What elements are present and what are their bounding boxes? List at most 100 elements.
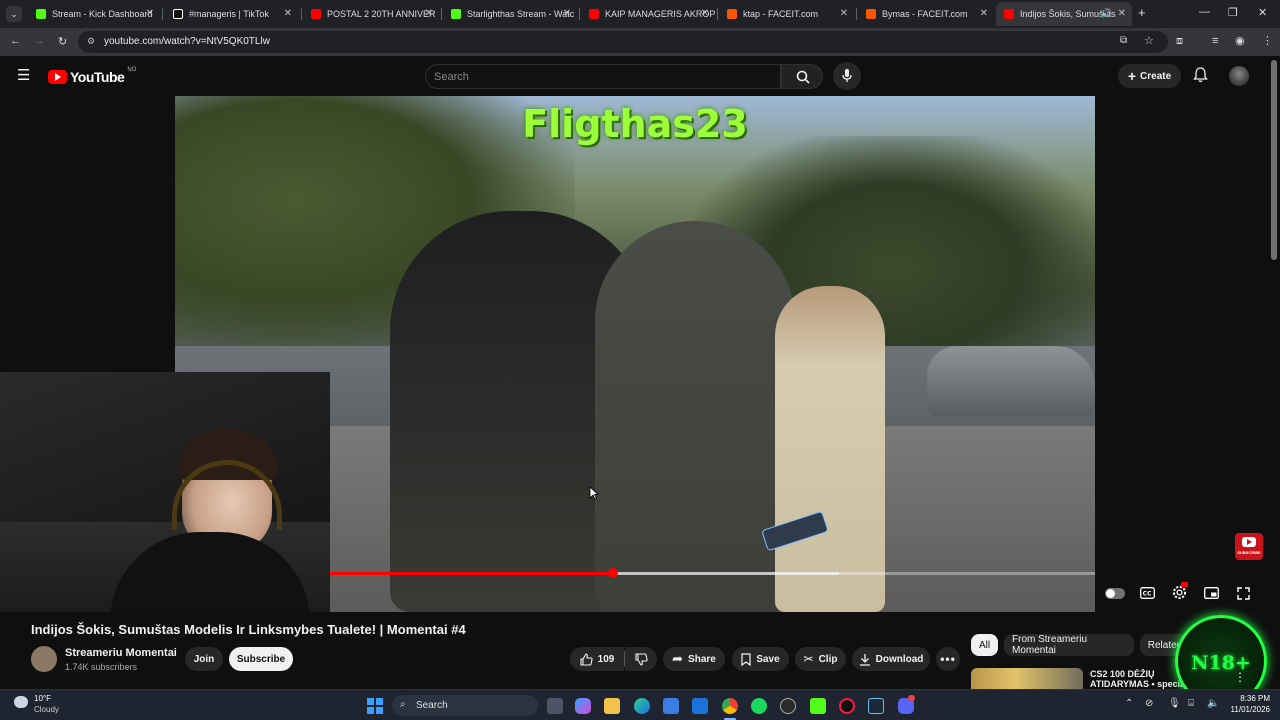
steam-icon[interactable] — [868, 698, 884, 714]
mouse-cursor-icon — [589, 486, 599, 500]
new-tab-icon[interactable]: + — [1138, 5, 1146, 20]
volume-icon[interactable]: 🔈 — [1207, 698, 1219, 709]
bookmark-star-icon[interactable]: ☆ — [1144, 34, 1154, 47]
microsoft-store-icon[interactable] — [663, 698, 679, 714]
browser-tab[interactable]: KAIP MANAGERIS AKROP ✕ — [581, 2, 715, 26]
progress-scrubber-handle[interactable] — [608, 568, 619, 578]
outlook-icon[interactable] — [692, 698, 708, 714]
fullscreen-icon[interactable] — [1237, 587, 1250, 603]
kick-app-icon[interactable] — [810, 698, 826, 714]
page-scrollbar[interactable] — [1271, 60, 1277, 260]
related-video-thumbnail[interactable] — [971, 668, 1083, 689]
extensions-icon[interactable]: ⧈ — [1176, 35, 1183, 48]
profile-icon[interactable]: ◉ — [1235, 34, 1245, 47]
spotify-icon[interactable] — [751, 698, 767, 714]
create-button[interactable]: + Create — [1118, 64, 1181, 88]
create-label: Create — [1140, 70, 1172, 82]
avatar[interactable] — [1229, 66, 1249, 86]
weather-icon[interactable] — [14, 696, 28, 708]
browser-tab[interactable]: Bymas - FACEIT.com ✕ — [858, 2, 994, 26]
browser-tab[interactable]: POSTAL 2 20TH ANNIVER ✕ — [303, 2, 439, 26]
obs-icon[interactable] — [780, 698, 796, 714]
start-windows-icon[interactable] — [367, 698, 383, 714]
clock-time[interactable]: 8:36 PM — [1226, 694, 1270, 703]
youtube-play-icon — [48, 70, 67, 84]
task-view-icon[interactable] — [547, 698, 563, 714]
edge-browser-icon[interactable] — [634, 698, 650, 714]
tray-app-icon[interactable]: ⊘ — [1145, 698, 1153, 709]
share-button[interactable]: ➦ Share — [663, 647, 725, 671]
video-overlay-text: Fligthas23 — [522, 102, 748, 146]
network-icon[interactable]: ⌸ — [1188, 698, 1194, 709]
notifications-bell-icon[interactable] — [1193, 67, 1208, 88]
age-rating-text: N18+ — [1191, 652, 1251, 674]
join-button[interactable]: Join — [185, 647, 223, 671]
copilot-icon[interactable] — [575, 698, 591, 714]
clock-date[interactable]: 11/01/2026 — [1222, 705, 1270, 714]
close-icon[interactable]: ✕ — [840, 8, 848, 19]
address-bar[interactable]: ⚙ youtube.com/watch?v=NtV5QK0TLlw ⧉ ☆ — [78, 31, 1168, 53]
forward-icon[interactable]: → — [34, 35, 45, 47]
channel-name[interactable]: Streameriu Momentai — [65, 647, 177, 659]
like-button[interactable]: 109 — [570, 647, 624, 671]
browser-tab[interactable]: ktap - FACEIT.com ✕ — [719, 2, 854, 26]
miniplayer-icon[interactable] — [1204, 587, 1219, 602]
tray-overflow-chevron-icon[interactable]: ⌃ — [1125, 698, 1133, 709]
download-label: Download — [875, 653, 924, 665]
browser-tab[interactable]: Stream - Kick Dashboard ✕ — [28, 2, 160, 26]
download-button[interactable]: Download — [852, 647, 930, 671]
tab-title: Stream - Kick Dashboard — [52, 9, 153, 19]
search-input[interactable]: Search — [425, 64, 781, 89]
video-frame-person — [595, 221, 795, 612]
subscribe-button[interactable]: Subscribe — [229, 647, 293, 671]
close-icon[interactable]: ✕ — [425, 8, 433, 19]
subscribe-badge[interactable]: SUBSCRIBE — [1235, 533, 1263, 560]
audio-playing-icon[interactable]: 🔊 — [1101, 8, 1112, 19]
close-icon[interactable]: ✕ — [146, 8, 154, 19]
file-explorer-icon[interactable] — [604, 698, 620, 714]
voice-search-button[interactable] — [833, 62, 861, 90]
settings-gear-icon[interactable] — [1172, 582, 1188, 603]
browser-menu-icon[interactable]: ⋮ — [1262, 34, 1273, 47]
browser-tab-active[interactable]: Indijos Šokis, Sumuštas 🔊 ✕ — [996, 2, 1132, 26]
media-control-icon[interactable]: ≡ — [1212, 35, 1218, 47]
browser-tab[interactable]: #manageris | TikTok ✕ — [165, 2, 298, 26]
close-icon[interactable]: ✕ — [701, 8, 709, 19]
opera-gx-icon[interactable] — [839, 698, 855, 714]
install-app-icon[interactable]: ⧉ — [1120, 35, 1127, 46]
close-icon[interactable]: ✕ — [1118, 8, 1126, 19]
search-button[interactable] — [781, 64, 823, 89]
microphone-tray-icon[interactable]: 🎙 — [1168, 698, 1181, 709]
more-vertical-icon[interactable]: ⋮ — [1234, 670, 1246, 684]
tab-search-dropdown-icon[interactable]: ⌄ — [6, 6, 22, 22]
search-icon: ⌕ — [400, 699, 406, 710]
windows-taskbar: 10°F Cloudy ⌕ Search ⌃ ⊘ 🎙 ⌸ 🔈 8:36 PM 1… — [0, 689, 1280, 720]
close-icon[interactable]: ✕ — [284, 8, 292, 19]
hamburger-menu-icon[interactable]: ☰ — [17, 68, 30, 83]
weather-temperature[interactable]: 10°F — [34, 694, 51, 703]
dislike-button[interactable] — [625, 647, 657, 671]
back-icon[interactable]: ← — [10, 35, 21, 47]
microphone-icon — [842, 69, 852, 82]
reload-icon[interactable]: ↻ — [58, 35, 67, 48]
video-progress-bar[interactable] — [330, 568, 1095, 578]
browser-tab[interactable]: Starlighthas Stream - Watc ✕ — [443, 2, 577, 26]
chip-from-channel[interactable]: From Streameriu Momentai — [1004, 634, 1134, 656]
youtube-logo[interactable]: YouTube NO — [48, 67, 136, 85]
restore-icon[interactable]: ❐ — [1228, 6, 1238, 19]
chip-all[interactable]: All — [971, 634, 998, 656]
chrome-icon[interactable] — [722, 698, 738, 714]
window-close-icon[interactable]: ✕ — [1258, 6, 1267, 19]
clip-button[interactable]: ✂ Clip — [795, 647, 846, 671]
autoplay-toggle[interactable] — [1105, 588, 1125, 599]
taskbar-search-input[interactable]: ⌕ Search — [392, 695, 538, 716]
more-actions-button[interactable]: ••• — [936, 647, 960, 671]
channel-avatar[interactable] — [31, 646, 57, 672]
site-info-icon[interactable]: ⚙ — [87, 36, 95, 47]
close-icon[interactable]: ✕ — [563, 8, 571, 19]
hd-badge — [1181, 582, 1188, 587]
close-icon[interactable]: ✕ — [980, 8, 988, 19]
minimize-icon[interactable]: — — [1199, 6, 1210, 18]
captions-icon[interactable]: CC — [1140, 587, 1155, 602]
save-button[interactable]: Save — [732, 647, 789, 671]
